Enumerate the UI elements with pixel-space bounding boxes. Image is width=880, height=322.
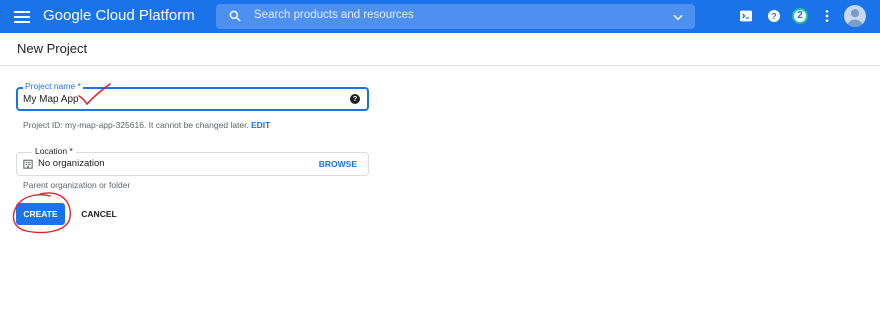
project-id-hint: Project ID: my-map-app-325616. It cannot… xyxy=(23,120,249,130)
location-helper-text: Parent organization or folder xyxy=(23,180,131,190)
location-field[interactable]: Location * No organization BROWSE xyxy=(16,146,369,176)
project-name-input[interactable]: My Map App xyxy=(23,94,79,105)
account-avatar-icon[interactable] xyxy=(844,5,866,27)
location-value: No organization xyxy=(38,158,105,169)
project-name-field[interactable]: Project name * My Map App ? xyxy=(16,81,369,111)
chevron-down-icon[interactable] xyxy=(671,10,685,24)
search-icon xyxy=(229,10,241,22)
browse-button[interactable]: BROWSE xyxy=(319,159,357,169)
cancel-button[interactable]: CANCEL xyxy=(75,203,123,225)
search-input[interactable]: Search products and resources xyxy=(254,9,414,21)
search-bar[interactable]: Search products and resources xyxy=(216,4,695,29)
help-icon[interactable]: ? xyxy=(766,8,782,24)
location-label: Location * xyxy=(32,146,76,156)
notification-badge[interactable]: 2 xyxy=(792,8,808,24)
hamburger-menu-icon[interactable] xyxy=(12,8,32,26)
organization-icon xyxy=(23,159,33,169)
terminal-icon[interactable] xyxy=(738,8,754,24)
project-name-label: Project name * xyxy=(23,81,83,91)
top-app-bar: Google Cloud Platform Search products an… xyxy=(0,0,880,33)
svg-text:?: ? xyxy=(771,11,776,21)
create-button[interactable]: CREATE xyxy=(16,203,65,225)
page-header: New Project xyxy=(0,33,880,66)
help-icon[interactable]: ? xyxy=(350,94,360,104)
product-title[interactable]: Google Cloud Platform xyxy=(43,7,195,24)
edit-project-id-button[interactable]: EDIT xyxy=(251,120,270,130)
more-vert-icon[interactable] xyxy=(819,8,835,24)
page-title: New Project xyxy=(17,41,88,56)
